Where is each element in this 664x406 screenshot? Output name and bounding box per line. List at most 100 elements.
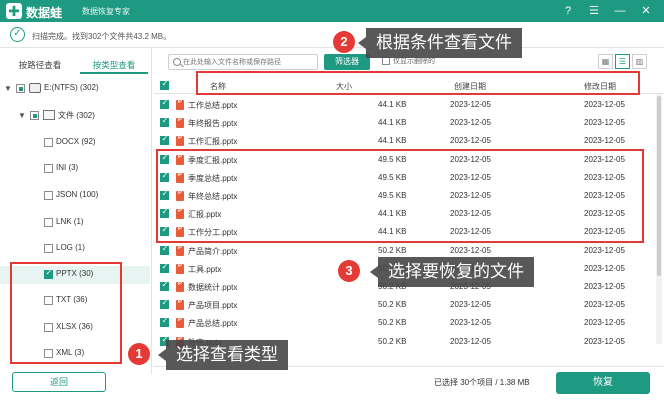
pptx-file-icon (176, 317, 184, 329)
annotation-callout-2: 根据条件查看文件 (366, 28, 522, 58)
pptx-file-icon (176, 135, 184, 147)
annotation-callout-1: 选择查看类型 (166, 340, 288, 370)
table-row[interactable]: 年终报告.pptx 44.1 KB 2023-12-05 2023-12-05 (154, 114, 664, 132)
file-name: 工具.pptx (188, 264, 222, 274)
row-checkbox[interactable] (160, 316, 169, 328)
only-deleted-checkbox[interactable] (382, 57, 390, 65)
tab-by-path[interactable]: 按路径查看 (6, 56, 74, 74)
row-checkbox[interactable] (160, 262, 169, 273)
annotation-tail-3 (370, 266, 378, 278)
tree-item-docx[interactable]: DOCX (92) (0, 134, 150, 152)
app-title: 数据恢复专家 (82, 7, 130, 16)
tree-item-label: E:(NTFS) (302) (44, 83, 99, 92)
select-all-checkbox[interactable] (160, 79, 169, 90)
row-checkbox[interactable] (160, 244, 169, 255)
selection-info: 已选择 30个项目 / 1.38 MB (434, 378, 530, 387)
app-logo-icon: ✚ (6, 3, 22, 19)
tree-item-label: INI (3) (56, 163, 79, 172)
brand-name: 数据蛙 (26, 6, 63, 20)
file-size: 44.1 KB (378, 100, 407, 109)
filter-button[interactable]: 筛选器 (324, 54, 370, 70)
tree-item-lnk[interactable]: LNK (1) (0, 214, 150, 232)
pptx-file-icon (176, 263, 184, 274)
search-box[interactable] (168, 54, 318, 70)
scrollbar-thumb[interactable] (657, 96, 661, 276)
tree-item-files[interactable]: ▼ 文件 (302) (0, 107, 150, 125)
file-name: 工作总结.pptx (188, 101, 238, 110)
tree-checkbox[interactable] (44, 138, 53, 147)
back-button[interactable]: 返回 (12, 372, 106, 392)
folder-icon (43, 110, 55, 120)
file-modified-date: 2023-12-05 (584, 263, 625, 273)
file-modified-date: 2023-12-05 (584, 300, 625, 310)
table-row[interactable]: 工作总结.pptx 44.1 KB 2023-12-05 2023-12-05 (154, 96, 664, 114)
grid-view-icon[interactable]: ▦ (598, 54, 613, 69)
file-created-date: 2023-12-05 (450, 100, 491, 109)
table-row[interactable]: 产品项目.pptx 50.2 KB 2023-12-05 2023-12-05 (154, 296, 664, 314)
file-created-date: 2023-12-05 (450, 318, 491, 328)
file-size: 50.2 KB (378, 245, 407, 255)
search-icon (173, 58, 181, 66)
detail-view-icon[interactable]: ▥ (632, 54, 647, 69)
tree-checkbox[interactable] (16, 84, 25, 93)
row-checkbox[interactable] (160, 116, 169, 128)
annotation-callout-3: 选择要恢复的文件 (378, 257, 534, 287)
annotation-badge-1: 1 (128, 343, 150, 365)
list-view-icon[interactable]: ☰ (615, 54, 630, 69)
scan-status-bar: ✓ 扫描完成。找到302个文件共43.2 MB。 (0, 22, 664, 48)
row-checkbox[interactable] (160, 280, 169, 291)
check-circle-icon: ✓ (10, 27, 25, 42)
file-modified-date: 2023-12-05 (584, 100, 625, 109)
file-created-date: 2023-12-05 (450, 300, 491, 310)
annotation-tail-1 (158, 349, 166, 361)
file-created-date: 2023-12-05 (450, 118, 491, 128)
file-size: 50.2 KB (378, 300, 407, 310)
minimize-icon[interactable]: — (612, 3, 628, 19)
file-name: 年终报告.pptx (188, 119, 238, 129)
file-name: 产品简介.pptx (188, 246, 238, 256)
tree-item-ini[interactable]: INI (3) (0, 160, 150, 178)
tree-item-json[interactable]: JSON (100) (0, 187, 150, 205)
pptx-file-icon (176, 99, 184, 110)
file-size: 44.1 KB (378, 136, 407, 146)
file-modified-date: 2023-12-05 (584, 136, 625, 146)
tree-item-label: LOG (1) (56, 243, 85, 252)
chevron-down-icon[interactable]: ▼ (4, 84, 12, 93)
file-modified-date: 2023-12-05 (584, 282, 625, 291)
table-scrollbar[interactable] (656, 94, 662, 344)
tree-checkbox[interactable] (44, 218, 53, 227)
tree-item-label: LNK (1) (56, 217, 84, 226)
file-modified-date: 2023-12-05 (584, 318, 625, 328)
pptx-file-icon (176, 245, 184, 256)
close-icon[interactable]: ✕ (638, 3, 654, 19)
pptx-file-icon (176, 299, 184, 311)
annotation-box-types (10, 262, 122, 364)
table-row[interactable]: 产品总结.pptx 50.2 KB 2023-12-05 2023-12-05 (154, 314, 664, 332)
annotation-badge-2: 2 (333, 31, 355, 53)
file-modified-date: 2023-12-05 (584, 118, 625, 128)
scan-status-text: 扫描完成。找到302个文件共43.2 MB。 (32, 32, 172, 41)
tree-item-label: DOCX (92) (56, 137, 96, 146)
row-checkbox[interactable] (160, 98, 169, 109)
tree-checkbox[interactable] (30, 111, 39, 120)
row-checkbox[interactable] (160, 298, 169, 310)
chevron-down-icon[interactable]: ▼ (18, 111, 26, 120)
table-row[interactable]: 工作汇报.pptx 44.1 KB 2023-12-05 2023-12-05 (154, 132, 664, 150)
annotation-badge-3: 3 (338, 260, 360, 282)
help-icon[interactable]: ? (560, 3, 576, 19)
file-name: 数据统计.pptx (188, 283, 238, 292)
tree-checkbox[interactable] (44, 191, 53, 200)
tree-item-label: JSON (100) (56, 190, 99, 199)
file-created-date: 2023-12-05 (450, 136, 491, 146)
hard-drive-icon (29, 83, 41, 93)
search-input[interactable] (183, 57, 313, 68)
tree-item-log[interactable]: LOG (1) (0, 240, 150, 258)
tree-item-drive[interactable]: ▼ E:(NTFS) (302) (0, 80, 150, 98)
tree-checkbox[interactable] (44, 164, 53, 173)
tab-by-type[interactable]: 按类型查看 (80, 56, 148, 74)
tree-checkbox[interactable] (44, 244, 53, 253)
menu-icon[interactable]: ☰ (586, 3, 602, 19)
recover-button[interactable]: 恢复 (556, 372, 650, 394)
file-name: 工作汇报.pptx (188, 137, 238, 147)
row-checkbox[interactable] (160, 134, 169, 146)
